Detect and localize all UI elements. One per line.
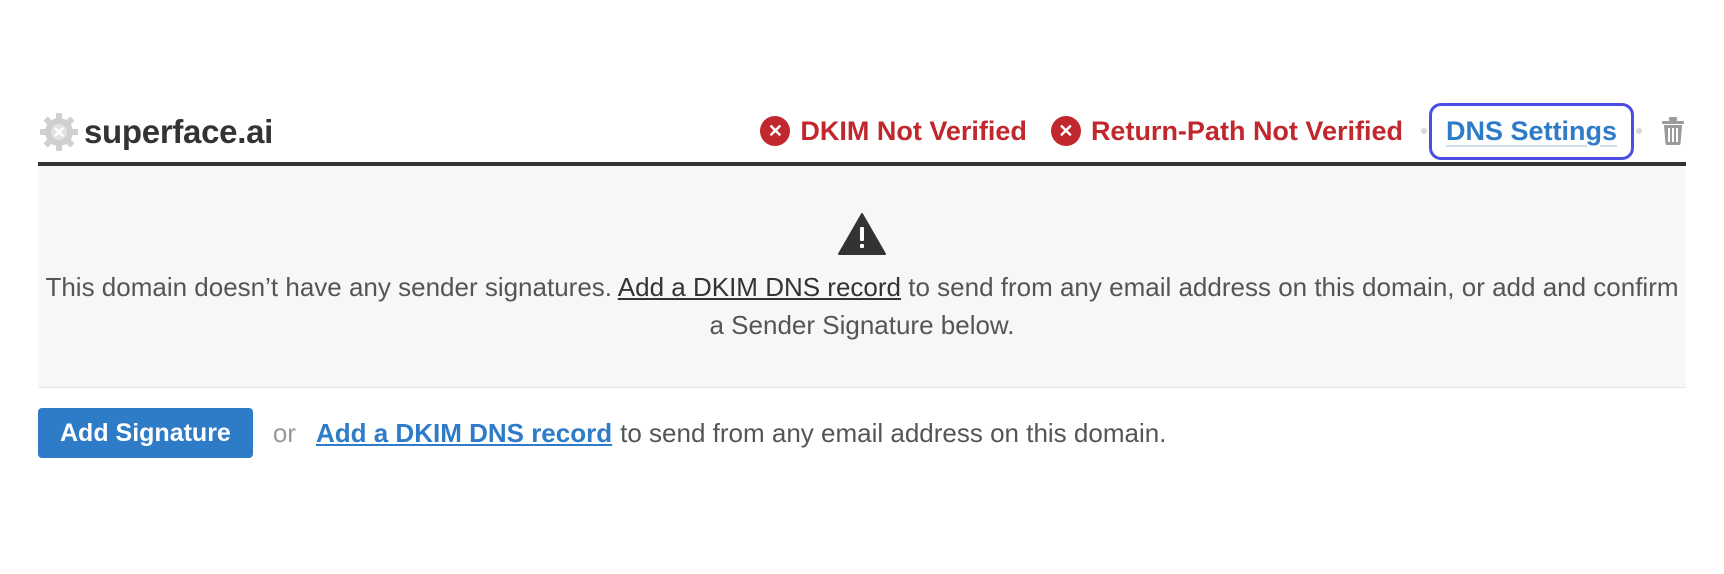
dkim-link-description: to send from any email address on this d… xyxy=(620,417,1167,448)
notice-text: This domain doesn’t have any sender sign… xyxy=(38,268,1686,344)
trash-icon[interactable] xyxy=(1660,116,1686,146)
domain-header: superface.ai ✕ DKIM Not Verified ✕ Retur… xyxy=(38,100,1686,166)
signature-actions: Add Signature or Add a DKIM DNS record t… xyxy=(38,408,1686,458)
separator-dot xyxy=(1636,128,1642,134)
dkim-status: ✕ DKIM Not Verified xyxy=(760,116,1027,147)
add-dkim-record-link[interactable]: Add a DKIM DNS record xyxy=(316,418,612,449)
domain-status-bar: ✕ DKIM Not Verified ✕ Return-Path Not Ve… xyxy=(760,100,1686,162)
return-path-status-label: Return-Path Not Verified xyxy=(1090,115,1403,146)
return-path-status: ✕ Return-Path Not Verified xyxy=(1050,115,1403,147)
dkim-status-label: DKIM Not Verified xyxy=(800,115,1027,146)
warning-icon xyxy=(838,213,886,255)
domain-title: superface.ai xyxy=(38,111,273,153)
or-label: or xyxy=(272,417,296,448)
separator-dot xyxy=(1420,128,1427,134)
dns-settings-button[interactable]: DNS Settings xyxy=(1428,102,1634,160)
add-signature-button[interactable]: Add Signature xyxy=(38,408,253,458)
notice-text-before: This domain doesn’t have any sender sign… xyxy=(45,272,618,302)
x-circle-icon: ✕ xyxy=(1050,116,1081,146)
domain-block: superface.ai ✕ DKIM Not Verified ✕ Retur… xyxy=(38,100,1686,458)
gear-icon xyxy=(40,113,78,151)
x-circle-icon: ✕ xyxy=(760,116,791,146)
notice-dkim-link[interactable]: Add a DKIM DNS record xyxy=(618,272,901,302)
no-signatures-notice: This domain doesn’t have any sender sign… xyxy=(38,166,1686,388)
domain-name: superface.ai xyxy=(84,113,274,150)
